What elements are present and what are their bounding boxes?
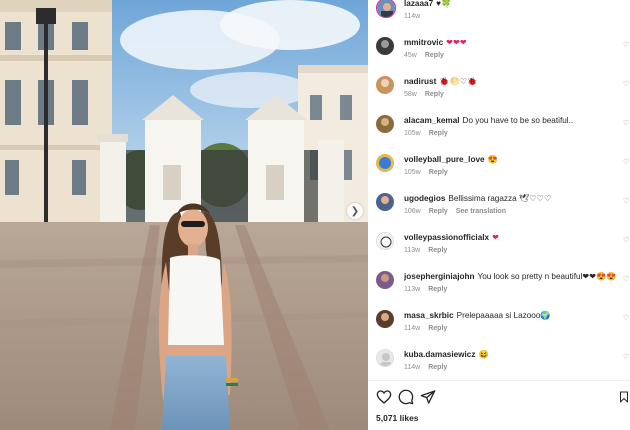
comment-username[interactable]: nadirust — [404, 77, 436, 86]
see-translation-button[interactable]: See translation — [456, 208, 506, 215]
comment-time[interactable]: 105w — [404, 130, 421, 137]
comment-username[interactable]: ugodegios — [404, 194, 445, 203]
avatar[interactable] — [376, 232, 394, 250]
avatar[interactable] — [376, 76, 394, 94]
like-comment-icon[interactable]: ♡ — [623, 120, 630, 128]
comment-username[interactable]: volleyball_pure_love — [404, 155, 485, 164]
comment-time[interactable]: 113w — [404, 247, 420, 254]
avatar[interactable] — [376, 115, 394, 133]
heart-outline-icon[interactable] — [376, 389, 392, 405]
like-comment-icon[interactable]: ♡ — [623, 42, 630, 50]
caption-time[interactable]: 114w — [404, 13, 420, 20]
avatar[interactable] — [376, 0, 396, 18]
comment-username[interactable]: alacam_kemal — [404, 116, 460, 125]
like-comment-icon[interactable]: ♡ — [623, 315, 630, 323]
comment-text: Do you have to be so beatiful.. — [462, 116, 574, 125]
like-comment-icon[interactable]: ♡ — [623, 198, 630, 206]
comment-text: 🐞🌕♡🐞 — [439, 77, 478, 86]
next-image-button[interactable]: ❯ — [347, 203, 363, 219]
comment-time[interactable]: 114w — [404, 364, 420, 371]
caption-username[interactable]: lazaaa7 — [404, 0, 433, 8]
comment-time[interactable]: 106w — [404, 208, 421, 215]
comment-username[interactable]: volleypassionofficialx — [404, 233, 489, 242]
comment-username[interactable]: josepherginiajohn — [404, 272, 475, 281]
speech-bubble-icon[interactable] — [398, 389, 414, 405]
comment-username[interactable]: mmitrovic — [404, 38, 443, 47]
avatar[interactable] — [376, 154, 394, 172]
comment-text: 😍 — [487, 155, 498, 164]
reply-button[interactable]: Reply — [428, 247, 447, 254]
reply-button[interactable]: Reply — [425, 52, 444, 59]
reply-button[interactable]: Reply — [429, 169, 448, 176]
photo-image — [0, 0, 368, 430]
reply-button[interactable]: Reply — [428, 286, 447, 293]
comment-time[interactable]: 113w — [404, 286, 420, 293]
comment-text: ❤ — [492, 233, 499, 242]
comment-text: Prelepaaaaa si Lazooo🌍 — [456, 311, 551, 320]
comments-list[interactable]: lazaaa7 ♥🍀 114w mmitrovic ❤❤❤ 45w Reply ♡ n… — [368, 0, 630, 380]
caption-text: ♥🍀 — [436, 0, 452, 8]
post-actions: 5,071 likes — [368, 380, 630, 430]
like-comment-icon[interactable]: ♡ — [623, 81, 630, 89]
avatar[interactable] — [376, 271, 394, 289]
comment-username[interactable]: kuba.damasiewicz — [404, 350, 475, 359]
comment-text: Bellissima ragazza 🕊♡♡♡ — [448, 194, 552, 203]
comment-username[interactable]: masa_skrbic — [404, 311, 454, 320]
like-comment-icon[interactable]: ♡ — [623, 276, 630, 284]
paper-plane-icon[interactable] — [420, 389, 436, 405]
comment-time[interactable]: 45w — [404, 52, 417, 59]
chevron-right-icon: ❯ — [350, 205, 360, 217]
reply-button[interactable]: Reply — [429, 130, 448, 137]
avatar[interactable] — [376, 193, 394, 211]
reply-button[interactable]: Reply — [428, 364, 447, 371]
like-comment-icon[interactable]: ♡ — [623, 354, 630, 362]
comment-time[interactable]: 105w — [404, 169, 421, 176]
comment-text: ❤❤❤ — [446, 38, 467, 47]
comment-time[interactable]: 58w — [404, 91, 417, 98]
comment-time[interactable]: 114w — [404, 325, 420, 332]
comments-panel: lazaaa7 ♥🍀 114w mmitrovic ❤❤❤ 45w Reply ♡ n… — [368, 0, 630, 430]
post-photo[interactable]: ❯ — [0, 0, 368, 430]
avatar[interactable] — [376, 37, 394, 55]
bookmark-icon[interactable] — [618, 389, 630, 405]
like-comment-icon[interactable]: ♡ — [623, 237, 630, 245]
comment-text: 😆 — [478, 350, 489, 359]
avatar[interactable] — [376, 310, 394, 328]
likes-count[interactable]: 5,071 likes — [376, 413, 419, 423]
comment-text: You look so pretty n beautiful❤❤😍😍 — [477, 272, 617, 281]
avatar[interactable] — [376, 349, 394, 367]
reply-button[interactable]: Reply — [428, 325, 447, 332]
like-comment-icon[interactable]: ♡ — [623, 159, 630, 167]
reply-button[interactable]: Reply — [425, 91, 444, 98]
reply-button[interactable]: Reply — [429, 208, 448, 215]
